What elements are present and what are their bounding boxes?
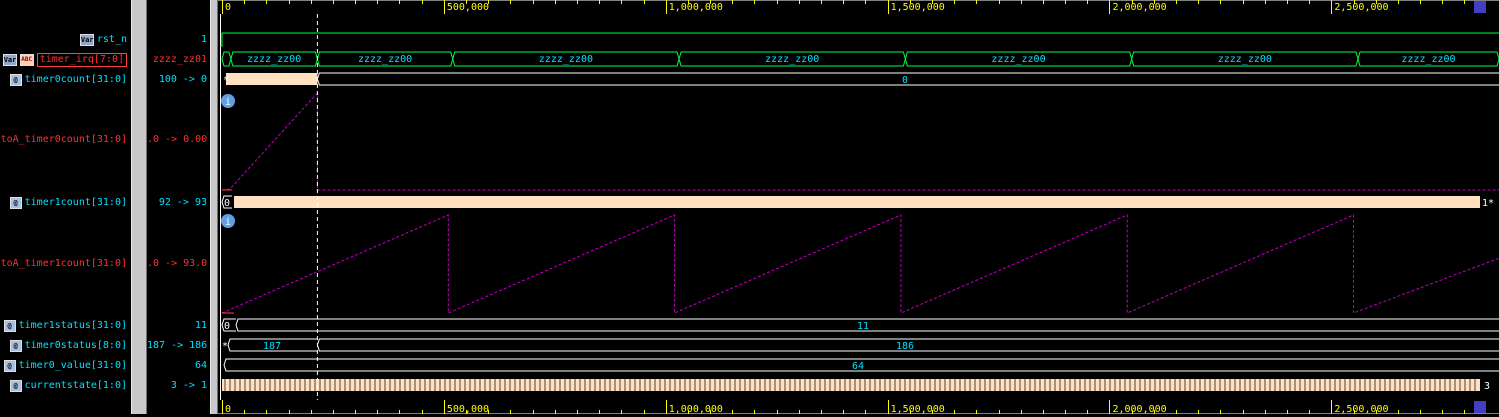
signal-row-currentstate-1-0[interactable]: @ currentstate[1:0] <box>0 378 131 393</box>
signal-name: rst_n <box>96 34 127 45</box>
signal-value: zzzz_zz01 <box>152 54 207 65</box>
bottom-ruler-bg <box>218 400 1499 414</box>
signal-name: timer1status[31:0] <box>18 320 127 331</box>
top-ruler-label: 1,500,000 <box>891 2 945 13</box>
signal-row-timer0count-31-0[interactable]: @ timer0count[31:0] <box>0 72 131 87</box>
signal-value: 11 <box>194 320 207 331</box>
analog-icon: @ <box>9 379 22 392</box>
timer_irq-label: zzzz_zz00 <box>1401 54 1455 65</box>
signal-value: 3 -> 1 <box>170 380 207 391</box>
top-ruler-marker <box>1474 1 1486 13</box>
signal-value: .0 -> 93.0 <box>147 258 208 269</box>
var-icon: Var <box>79 33 94 46</box>
currentstate-busy <box>222 379 1480 391</box>
signal-value: 100 -> 0 <box>158 74 207 85</box>
timer_irq-label: zzzz_zz00 <box>358 54 412 65</box>
bottom-ruler-label: 500,000 <box>447 404 489 414</box>
signal-value-pane: 1 zzzz_zz01 100 -> 0 .0 -> 0.00 92 -> 93 .0 -… <box>147 0 210 414</box>
signal-name: toA_timer1count[31:0] <box>0 258 127 269</box>
signal-row-timer0status-8-0[interactable]: @ timer0status[8:0] <box>0 338 131 353</box>
top-ruler-label: 1,000,000 <box>669 2 723 13</box>
pane-splitter[interactable] <box>210 0 218 414</box>
top-ruler-label: 500,000 <box>447 2 489 13</box>
waveform-area[interactable]: 0 500,000 1,000,000 1,500,000 2,000,000 2,500… <box>218 0 1499 415</box>
bottom-ruler-label: 2,000,000 <box>1112 404 1166 414</box>
bottom-ruler-label: 2,500,000 <box>1334 404 1388 414</box>
signal-name: currentstate[1:0] <box>24 380 127 391</box>
timer_irq-label: zzzz_zz00 <box>539 54 593 65</box>
signal-row-timer0-value-31-0[interactable]: @ timer0_value[31:0] <box>0 358 131 373</box>
signal-value: 92 -> 93 <box>158 197 207 208</box>
timer1status-start-label: 0 <box>224 321 230 332</box>
bus-tag-icon: ABC <box>19 53 34 66</box>
analog-icon: @ <box>3 359 16 372</box>
analog-icon: @ <box>9 196 22 209</box>
analog-icon: @ <box>9 73 22 86</box>
signal-row-rst-n[interactable]: Var rst_n <box>0 32 131 47</box>
timer_irq-label: zzzz_zz00 <box>991 54 1045 65</box>
signal-value: 187 -> 186 <box>147 340 208 351</box>
currentstate-end-label: 3 <box>1484 381 1490 392</box>
bottom-ruler-label: 0 <box>225 404 231 414</box>
analog-icon: @ <box>9 339 22 352</box>
top-ruler-bg <box>218 0 1499 14</box>
signal-value: 64 <box>194 360 207 371</box>
signal-name-pane: Var rst_n Var ABC timer_irq[7:0] @ timer0count… <box>0 0 131 414</box>
timer0count-start-label: * <box>223 75 229 86</box>
timer0status-second-label: 186 <box>896 341 914 352</box>
signal-name: timer0status[8:0] <box>24 340 127 351</box>
signal-row-toA-timer0count-31-0[interactable]: toA_timer0count[31:0] <box>0 132 131 147</box>
timer1count-busy <box>234 196 1480 208</box>
timer1count-end-label: 1* <box>1482 198 1494 209</box>
timer0_value-value-label: 64 <box>852 361 864 372</box>
waveform-canvas[interactable]: 0 500,000 1,000,000 1,500,000 2,000,000 2,500… <box>218 0 1499 415</box>
timer0count-busy <box>226 73 318 85</box>
signal-name: timer_irq[7:0] <box>36 52 127 67</box>
signal-value: 1 <box>200 34 207 45</box>
signal-name: timer0count[31:0] <box>24 74 127 85</box>
bottom-ruler-label: 1,500,000 <box>891 404 945 414</box>
bottom-ruler-label: 1,000,000 <box>669 404 723 414</box>
timer0count-value-label: 0 <box>902 75 908 86</box>
info-icon-label: i <box>225 97 231 108</box>
signal-row-timer1count-31-0[interactable]: @ timer1count[31:0] <box>0 195 131 210</box>
top-ruler-label: 0 <box>225 2 231 13</box>
var-icon: Var <box>2 53 17 66</box>
signal-row-timer-irq-7-0[interactable]: Var ABC timer_irq[7:0] <box>0 52 131 67</box>
timer_irq-label: zzzz_zz00 <box>1218 54 1272 65</box>
timer1status-value-label: 11 <box>857 321 869 332</box>
signal-row-toA-timer1count-31-0[interactable]: toA_timer1count[31:0] <box>0 256 131 271</box>
signal-name: toA_timer0count[31:0] <box>0 134 127 145</box>
info-icon-label: i <box>225 217 231 228</box>
bottom-ruler-marker <box>1474 401 1486 413</box>
signal-name: timer1count[31:0] <box>24 197 127 208</box>
signal-row-timer1status-31-0[interactable]: @ timer1status[31:0] <box>0 318 131 333</box>
timer_irq-label: zzzz_zz00 <box>247 54 301 65</box>
timer1count-start-label: 0 <box>224 198 230 209</box>
top-ruler-label: 2,000,000 <box>1112 2 1166 13</box>
signal-name: timer0_value[31:0] <box>18 360 127 371</box>
timer0status-start-label: * <box>222 341 228 352</box>
timer0status-first-label: 187 <box>263 341 281 352</box>
analog-icon: @ <box>3 319 16 332</box>
top-ruler-label: 2,500,000 <box>1334 2 1388 13</box>
signal-value: .0 -> 0.00 <box>147 134 208 145</box>
timer_irq-label: zzzz_zz00 <box>765 54 819 65</box>
name-pane-scrollbar[interactable] <box>131 0 147 414</box>
